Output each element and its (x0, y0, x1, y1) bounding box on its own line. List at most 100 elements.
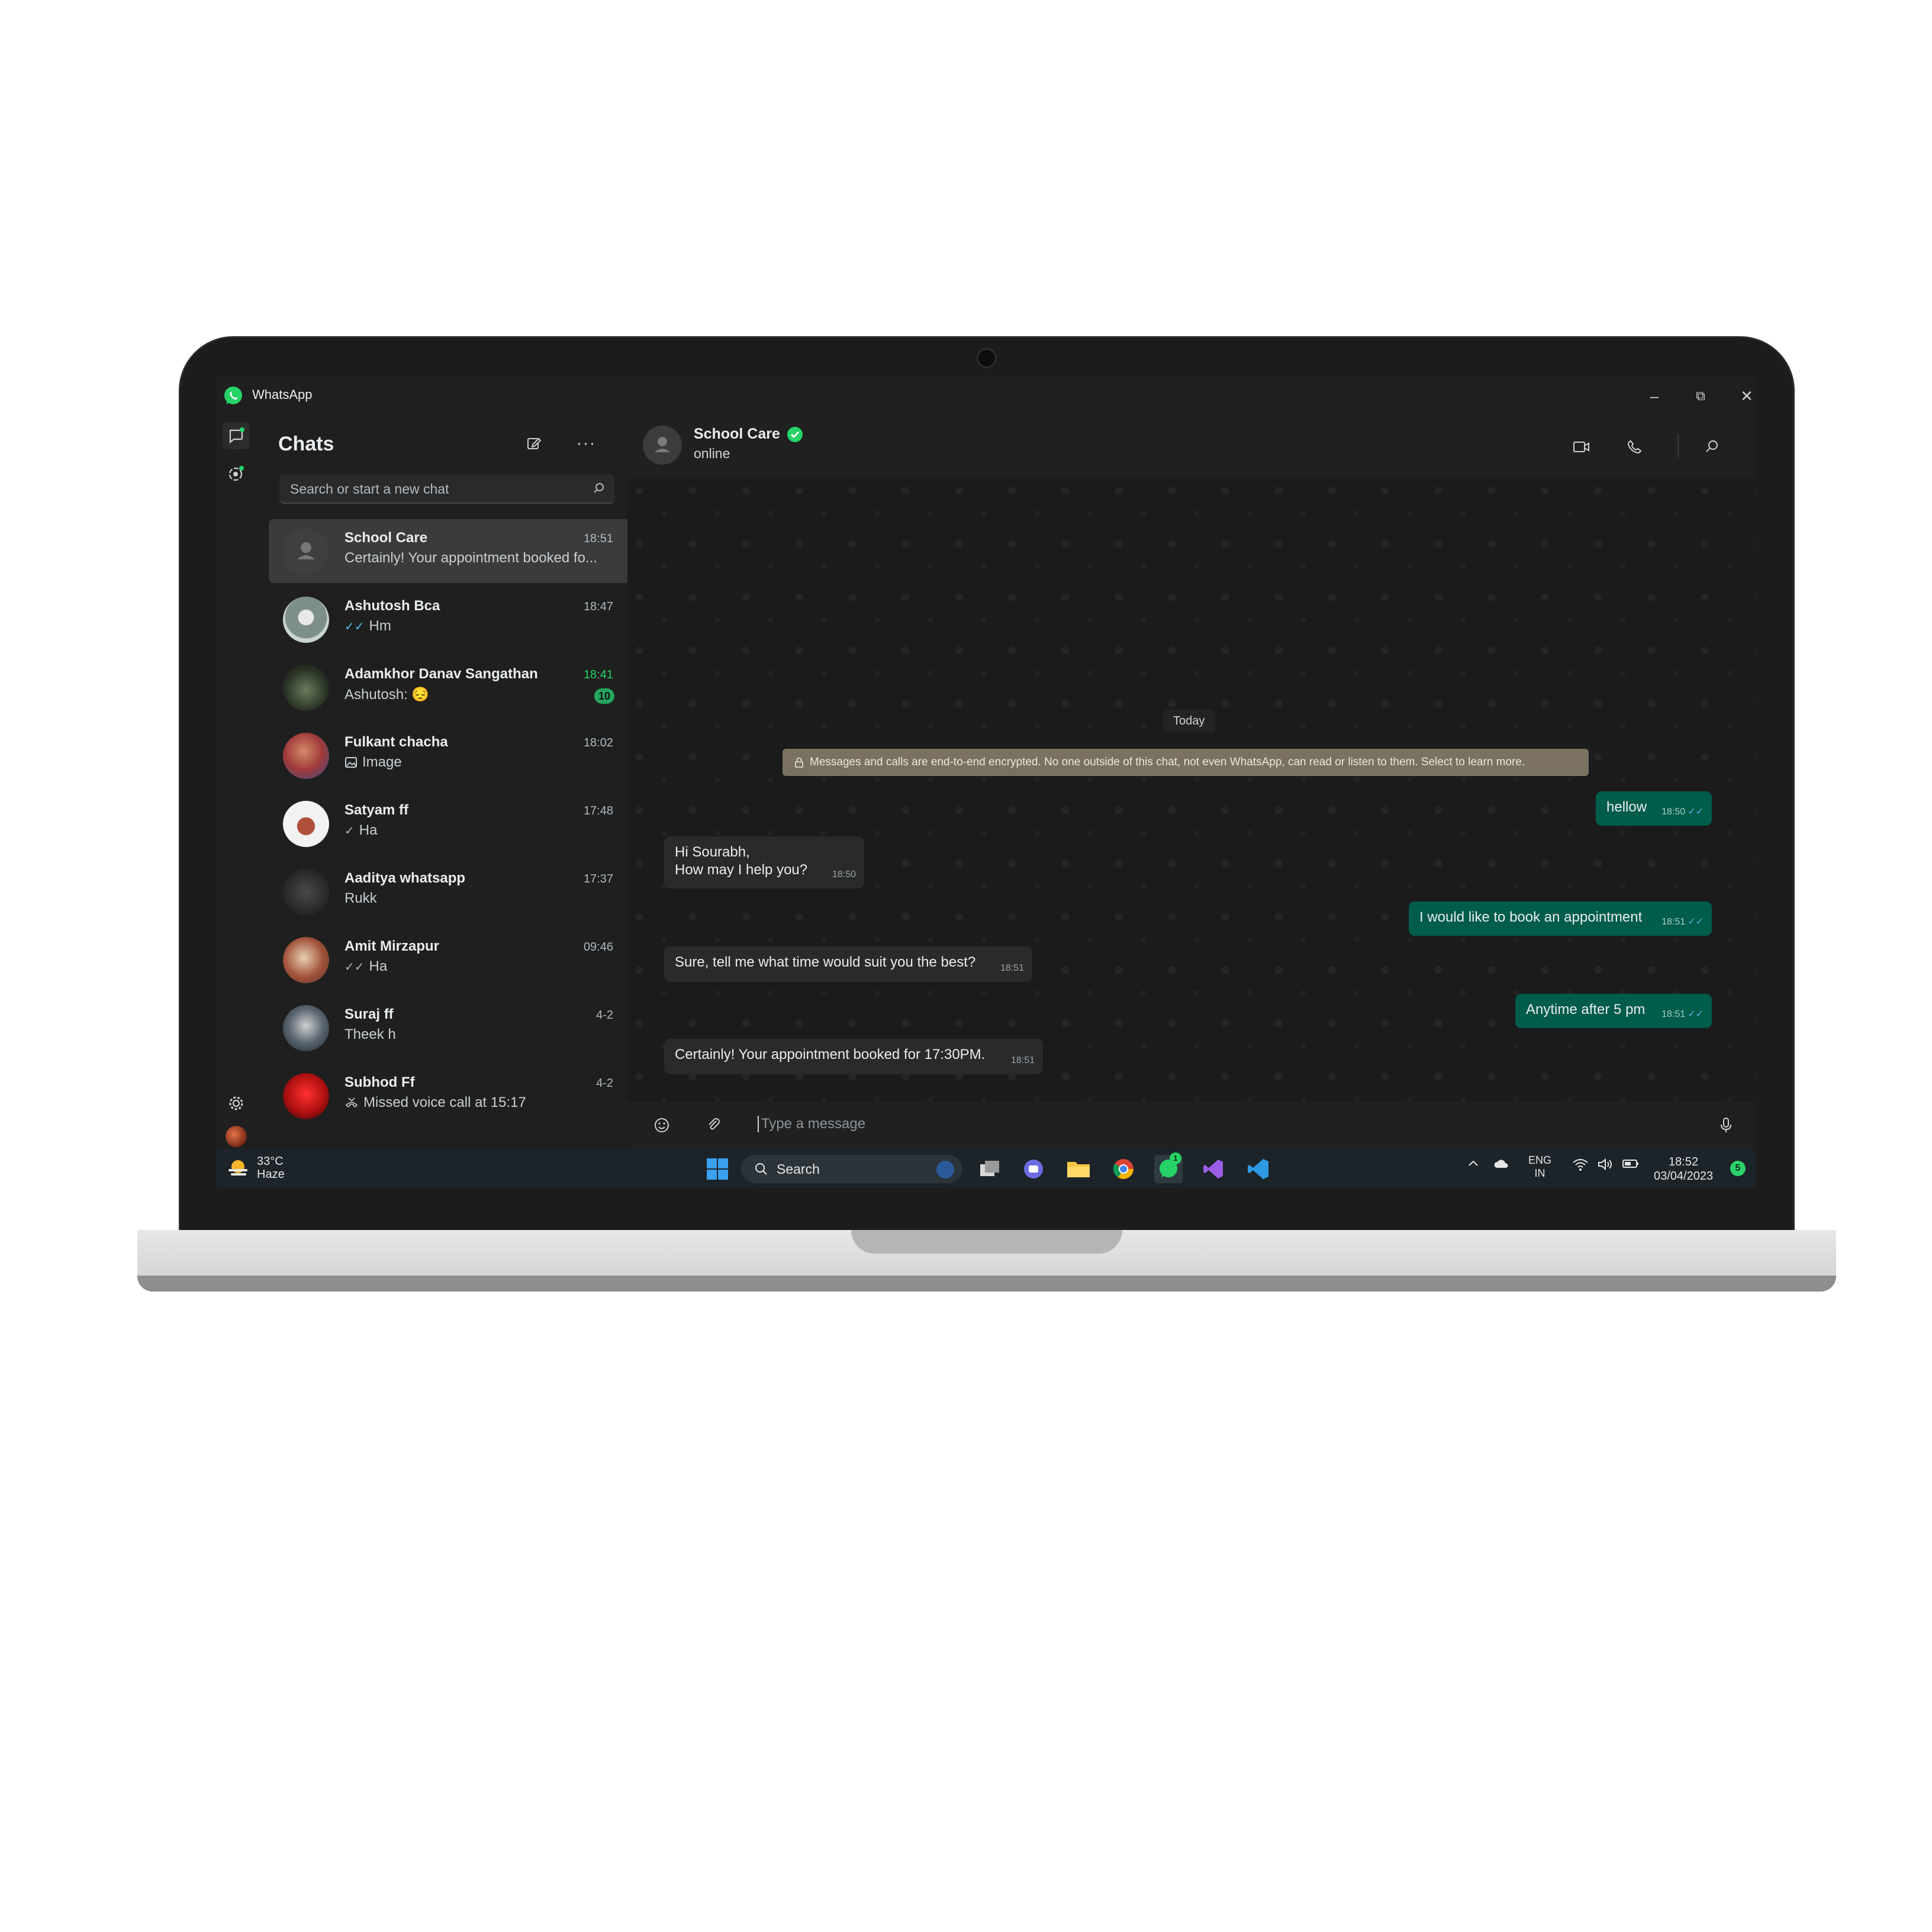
new-chat-icon (527, 437, 542, 449)
laptop-base-edge (137, 1276, 1836, 1292)
nav-rail (217, 415, 256, 1149)
message-time: 18:50 (1661, 807, 1686, 817)
phone-icon (1628, 440, 1642, 454)
task-view-button[interactable] (975, 1155, 1004, 1183)
message-input[interactable]: Type a message (758, 1116, 865, 1132)
image-icon (345, 757, 357, 768)
chat-preview-text: Ha (369, 958, 388, 974)
chat-search-input[interactable]: Search or start a new chat (279, 474, 614, 504)
avatar[interactable] (643, 426, 682, 465)
chat-preview: Theek h (344, 1026, 396, 1043)
show-hidden-icons-button[interactable] (1467, 1157, 1480, 1174)
double-check-grey-icon: ✓✓ (344, 960, 365, 974)
conversation-header[interactable]: School Care online (627, 415, 1756, 479)
chat-preview: ✓✓ Hm (344, 618, 391, 635)
avatar (283, 1005, 329, 1051)
contact-status: online (694, 446, 730, 461)
file-explorer-button[interactable] (1064, 1155, 1093, 1183)
rail-profile-avatar[interactable] (223, 1123, 250, 1150)
close-button[interactable]: ✕ (1724, 377, 1756, 415)
rail-status-button[interactable] (223, 460, 250, 487)
voice-call-button[interactable] (1622, 434, 1648, 460)
chat-preview-text: Hm (369, 618, 391, 634)
speaker-icon (1598, 1158, 1612, 1171)
chat-item-amit-mirzapur[interactable]: Amit Mirzapur 09:46 ✓✓ Ha (269, 928, 627, 991)
avatar (226, 1126, 247, 1147)
chat-preview-text: Rukk (344, 890, 377, 906)
chevron-up-icon (1469, 1160, 1478, 1166)
encryption-notice-text: Messages and calls are end-to-end encryp… (810, 756, 1525, 768)
visual-studio-button[interactable] (1199, 1155, 1228, 1183)
rail-chats-button[interactable] (223, 422, 250, 449)
message-composer: Type a message (627, 1102, 1756, 1149)
search-icon (594, 483, 604, 493)
header-divider (1677, 434, 1679, 458)
onedrive-button[interactable] (1493, 1157, 1511, 1174)
language-indicator[interactable]: ENG IN (1528, 1154, 1551, 1180)
visual-studio-icon (1203, 1160, 1223, 1178)
chat-name: School Care (344, 530, 428, 546)
video-call-button[interactable] (1569, 434, 1595, 460)
message-bubble-incoming[interactable]: Hi Sourabh, How may I help you? 18:50 (664, 836, 864, 888)
weather-widget[interactable]: 33°C Haze (225, 1155, 285, 1181)
emoji-button[interactable] (649, 1112, 675, 1138)
chats-icon (229, 427, 244, 444)
whatsapp-unread-badge: 1 (1170, 1152, 1181, 1164)
message-bubble-outgoing[interactable]: I would like to book an appointment 18:5… (1409, 901, 1712, 936)
taskbar-clock[interactable]: 18:52 03/04/2023 (1654, 1155, 1713, 1183)
language-code: ENG (1528, 1154, 1552, 1166)
volume-button[interactable] (1597, 1157, 1614, 1175)
vscode-icon (1248, 1159, 1268, 1179)
chat-item-subhod-ff[interactable]: Subhod Ff 4-2 Missed voice call at 15:17 (269, 1064, 627, 1128)
network-button[interactable] (1572, 1157, 1589, 1175)
start-button[interactable] (703, 1155, 732, 1183)
avatar (283, 1073, 329, 1119)
teams-chat-button[interactable] (1019, 1155, 1048, 1183)
battery-button[interactable] (1622, 1157, 1640, 1174)
notification-count-badge[interactable]: 5 (1730, 1161, 1746, 1176)
chat-preview-text: Certainly! Your appointment booked fo... (344, 550, 597, 566)
chrome-button[interactable] (1109, 1155, 1138, 1183)
paperclip-icon (709, 1118, 720, 1130)
voice-message-button[interactable] (1713, 1112, 1739, 1138)
message-meta: 18:51 ✓✓ (1661, 1006, 1704, 1023)
chat-time: 18:51 (583, 532, 613, 545)
message-meta: 18:50 ✓✓ (1661, 803, 1704, 821)
search-in-chat-button[interactable] (1699, 434, 1725, 460)
whatsapp-taskbar-button[interactable]: 1 (1154, 1152, 1183, 1183)
message-time: 18:51 (1661, 917, 1686, 927)
attach-button[interactable] (701, 1112, 727, 1138)
avatar (283, 733, 329, 779)
message-bubble-incoming[interactable]: Certainly! Your appointment booked for 1… (664, 1039, 1043, 1074)
wifi-icon (1573, 1159, 1588, 1171)
new-chat-button[interactable] (522, 432, 546, 455)
taskbar-search[interactable]: Search (741, 1155, 962, 1183)
encryption-notice[interactable]: Messages and calls are end-to-end encryp… (783, 749, 1589, 776)
more-options-button[interactable]: ··· (574, 432, 598, 455)
message-bubble-outgoing[interactable]: hellow 18:50 ✓✓ (1596, 791, 1712, 826)
rail-settings-button[interactable] (223, 1090, 250, 1117)
date-divider: Today (1163, 710, 1216, 733)
battery-icon (1622, 1160, 1638, 1168)
chat-item-fulkant-chacha[interactable]: Fulkant chacha 18:02 Image (269, 723, 627, 787)
contact-name: School Care (694, 426, 780, 442)
haze-weather-icon (228, 1160, 247, 1176)
gear-icon (229, 1096, 243, 1110)
chat-item-satyam-ff[interactable]: Satyam ff 17:48 ✓ Ha (269, 791, 627, 855)
chat-item-adamkhor-danav-sangathan[interactable]: Adamkhor Danav Sangathan 18:41 Ashutosh:… (269, 655, 627, 719)
message-bubble-outgoing[interactable]: Anytime after 5 pm 18:51 ✓✓ (1515, 994, 1712, 1028)
vscode-button[interactable] (1244, 1155, 1273, 1183)
conversation-pane: School Care online Today Messages and ca… (627, 415, 1756, 1149)
message-bubble-incoming[interactable]: Sure, tell me what time would suit you t… (664, 946, 1032, 982)
cloud-icon (1494, 1160, 1508, 1168)
chat-item-suraj-ff[interactable]: Suraj ff 4-2 Theek h (269, 996, 627, 1060)
restore-button[interactable]: ⧉ (1677, 377, 1724, 415)
chat-item-ashutosh-bca[interactable]: Ashutosh Bca 18:47 ✓✓ Hm (269, 587, 627, 651)
minimize-button[interactable]: – (1631, 377, 1677, 415)
clock-date: 03/04/2023 (1654, 1170, 1714, 1183)
chat-time: 4-2 (596, 1009, 613, 1022)
chrome-icon (1113, 1159, 1134, 1179)
task-view-icon (980, 1161, 999, 1176)
chat-item-school-care[interactable]: School Care 18:51 Certainly! Your appoin… (269, 519, 627, 583)
chat-item-aaditya-whatsapp[interactable]: Aaditya whatsapp 17:37 Rukk (269, 859, 627, 923)
